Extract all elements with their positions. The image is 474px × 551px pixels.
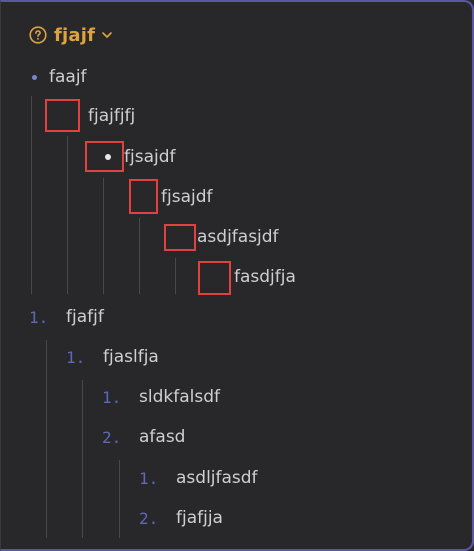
- list-item-label: fjajfjfj: [88, 106, 136, 126]
- list-item[interactable]: 1. sldkfalsdf: [102, 385, 220, 409]
- list-item[interactable]: fjsajdf: [161, 185, 212, 209]
- list-item-label: asdjfasjdf: [197, 227, 279, 247]
- editor-panel: fjajf faajf fjajfjfj fjsajdf fjsajdf asd…: [0, 0, 474, 551]
- indent-guide: [31, 96, 32, 294]
- bullet-highlight-box: [45, 99, 80, 132]
- indent-guide: [46, 340, 47, 538]
- list-item-label: afasd: [139, 427, 186, 447]
- list-item-label: fjaslfja: [103, 347, 159, 367]
- indent-guide: [139, 218, 140, 294]
- list-number: 1.: [29, 307, 49, 327]
- list-item[interactable]: 1. fjafjf: [29, 305, 104, 329]
- list-item[interactable]: asdjfasjdf: [197, 225, 279, 249]
- list-item[interactable]: fasdjfja: [234, 265, 296, 289]
- list-item[interactable]: fjsajdf: [124, 145, 175, 169]
- list-item-label: fjsajdf: [124, 147, 176, 167]
- list-item-label: fjsajdf: [161, 187, 213, 207]
- list-item-label: sldkfalsdf: [139, 387, 220, 407]
- list-item-label: fjafjf: [66, 307, 104, 327]
- list-number: 1.: [102, 387, 122, 407]
- list-number: 1.: [66, 347, 86, 367]
- page-header[interactable]: fjajf: [29, 24, 113, 46]
- bullet-highlight-box: [164, 224, 196, 251]
- list-item[interactable]: 1. asdljfasdf: [139, 466, 258, 490]
- list-item-label: fjafjja: [176, 508, 223, 528]
- indent-guide: [103, 178, 104, 294]
- list-item-label: asdljfasdf: [176, 468, 258, 488]
- list-item[interactable]: 2. afasd: [102, 425, 185, 449]
- list-number: 1.: [139, 468, 159, 488]
- bullet-highlight-box: [129, 179, 158, 214]
- bullet-highlight-box: [198, 261, 231, 295]
- list-item[interactable]: 1. fjaslfja: [66, 345, 159, 369]
- indent-guide: [119, 460, 120, 538]
- bullet-icon: [105, 154, 111, 160]
- chevron-down-icon[interactable]: [101, 29, 113, 41]
- list-number: 2.: [139, 508, 159, 528]
- list-item[interactable]: 2. fjafjja: [139, 506, 223, 530]
- help-circle-icon[interactable]: [29, 26, 47, 44]
- list-item-label: faajf: [49, 67, 87, 87]
- indent-guide: [82, 380, 83, 538]
- page-title: fjajf: [54, 24, 96, 46]
- bullet-icon: [32, 74, 37, 80]
- list-item[interactable]: fjajfjfj: [88, 104, 135, 128]
- list-number: 2.: [102, 427, 122, 447]
- list-item-label: fasdjfja: [234, 267, 296, 287]
- list-item[interactable]: faajf: [32, 65, 87, 89]
- indent-guide: [67, 136, 68, 294]
- indent-guide: [175, 258, 176, 294]
